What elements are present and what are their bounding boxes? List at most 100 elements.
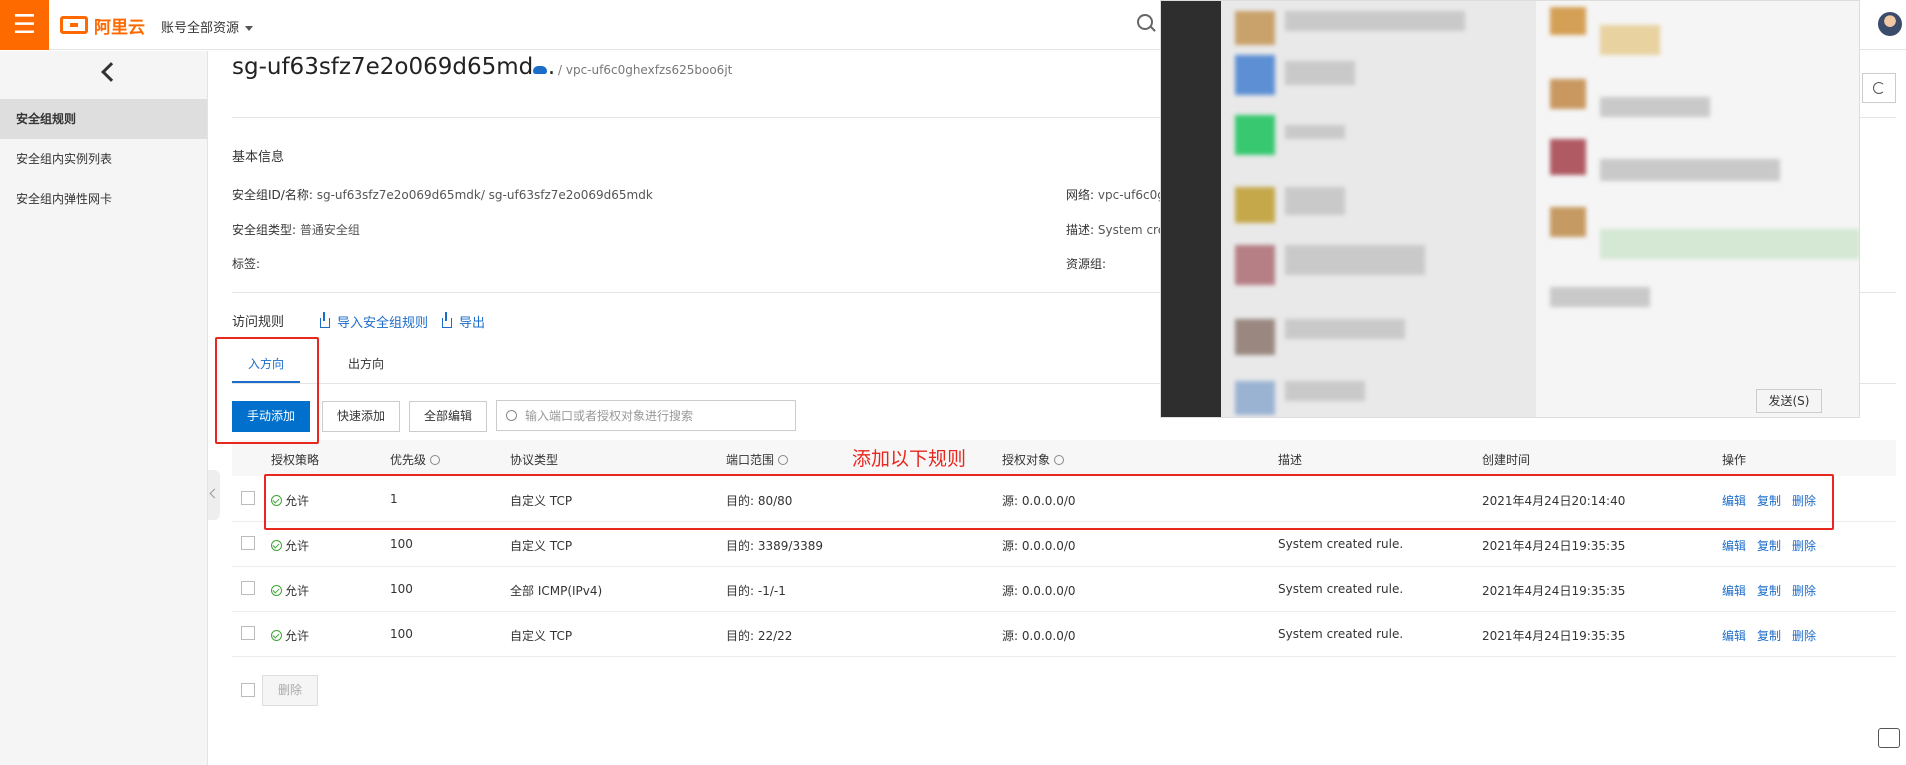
cell-port: 目的: -1/-1 xyxy=(726,584,786,598)
select-all-checkbox[interactable] xyxy=(241,683,255,697)
table-row: 允许 100 全部 ICMP(IPv4) 目的: -1/-1 源: 0.0.0.0/0 S… xyxy=(232,567,1896,612)
cell-port: 目的: 22/22 xyxy=(726,629,793,643)
policy-label: 允许 xyxy=(285,539,310,553)
chat-contact-list xyxy=(1221,1,1536,417)
copy-rule-link[interactable]: 复制 xyxy=(1757,627,1781,644)
rule-search[interactable] xyxy=(496,400,796,431)
row-checkbox[interactable] xyxy=(241,626,255,640)
annotation-box-rule xyxy=(264,474,1834,530)
cloud-icon xyxy=(533,66,547,74)
cell-created: 2021年4月24日19:35:35 xyxy=(1482,584,1626,598)
sidebar-item-rules[interactable]: 安全组规则 xyxy=(0,99,207,139)
edit-rule-link[interactable]: 编辑 xyxy=(1722,582,1746,599)
col-policy: 授权策略 xyxy=(271,453,320,467)
cell-port: 目的: 3389/3389 xyxy=(726,539,823,553)
edit-all-button[interactable]: 全部编辑 xyxy=(409,401,488,432)
search-icon[interactable] xyxy=(1137,14,1153,30)
export-link[interactable]: 导出 xyxy=(442,312,485,331)
cell-source: 源: 0.0.0.0/0 xyxy=(1002,629,1076,643)
cell-protocol: 全部 ICMP(IPv4) xyxy=(510,584,603,598)
col-priority: 优先级 xyxy=(390,451,441,468)
chat-conversation xyxy=(1536,1,1859,417)
row-checkbox[interactable] xyxy=(241,536,255,550)
col-created: 创建时间 xyxy=(1482,453,1531,467)
aliyun-logo[interactable]: 阿里云 xyxy=(60,14,145,38)
chevron-down-icon xyxy=(245,26,254,31)
info-value: vpc-uf6c0g xyxy=(1097,188,1165,202)
delete-rule-link[interactable]: 删除 xyxy=(1792,582,1816,599)
table-header: 授权策略 优先级 协议类型 端口范围 授权对象 描述 创建时间 操作 xyxy=(232,440,1896,476)
page-title: sg-uf63sfz7e2o069d65md... xyxy=(232,54,556,80)
col-source: 授权对象 xyxy=(1002,451,1065,468)
batch-delete-button[interactable]: 删除 xyxy=(262,675,318,706)
info-label: 安全组类型: xyxy=(232,223,297,237)
info-value: sg-uf63sfz7e2o069d65mdk/ sg-uf63sfz7e2o0… xyxy=(316,188,653,202)
edit-rule-link[interactable]: 编辑 xyxy=(1722,537,1746,554)
rule-search-input[interactable] xyxy=(525,406,789,426)
send-button[interactable]: 发送(S) xyxy=(1756,389,1822,413)
cell-protocol: 自定义 TCP xyxy=(510,629,573,643)
col-priority-label: 优先级 xyxy=(390,453,427,467)
table-row: 允许 100 自定义 TCP 目的: 22/22 源: 0.0.0.0/0 System … xyxy=(232,612,1896,657)
delete-rule-link[interactable]: 删除 xyxy=(1792,537,1816,554)
row-checkbox[interactable] xyxy=(241,491,255,505)
copy-rule-link[interactable]: 复制 xyxy=(1757,537,1781,554)
chat-window-overlay: 发送(S) xyxy=(1160,0,1860,418)
back-arrow-icon[interactable] xyxy=(101,62,121,82)
edit-rule-link[interactable]: 编辑 xyxy=(1722,627,1746,644)
annotation-box-inbound xyxy=(215,337,319,444)
copy-rule-link[interactable]: 复制 xyxy=(1757,582,1781,599)
cell-priority: 100 xyxy=(390,627,413,641)
quick-add-button[interactable]: 快速添加 xyxy=(322,401,401,432)
breadcrumb[interactable]: / vpc-uf6c0ghexfzs625boo6jt xyxy=(558,63,732,77)
cell-desc: System created rule. xyxy=(1278,537,1404,551)
annotation-text: 添加以下规则 xyxy=(852,448,967,470)
upload-icon xyxy=(442,312,452,328)
tab-outbound[interactable]: 出方向 xyxy=(348,355,384,381)
info-icon[interactable] xyxy=(430,455,441,465)
cell-policy: 允许 xyxy=(271,537,309,554)
search-icon xyxy=(506,410,517,421)
sidebar: 安全组规则 安全组内实例列表 安全组内弹性网卡 xyxy=(0,51,208,765)
chat-sidebar-rail xyxy=(1161,1,1221,417)
info-tags: 标签: xyxy=(232,257,261,271)
import-label: 导入安全组规则 xyxy=(337,316,429,331)
cell-policy: 允许 xyxy=(271,582,309,599)
avatar[interactable] xyxy=(1878,12,1902,36)
col-port: 端口范围 xyxy=(726,451,789,468)
col-protocol: 协议类型 xyxy=(510,453,559,467)
import-rules-link[interactable]: 导入安全组规则 xyxy=(320,312,428,331)
delete-rule-link[interactable]: 删除 xyxy=(1792,627,1816,644)
cell-desc: System created rule. xyxy=(1278,582,1404,596)
info-sg-type: 安全组类型: 普通安全组 xyxy=(232,221,360,238)
logo-mark-icon xyxy=(60,16,88,34)
col-ops: 操作 xyxy=(1722,453,1747,467)
menu-icon[interactable]: ☰ xyxy=(0,0,49,50)
account-label: 账号全部资源 xyxy=(161,21,240,36)
cell-priority: 100 xyxy=(390,537,413,551)
info-icon[interactable] xyxy=(778,455,789,465)
info-icon[interactable] xyxy=(1054,455,1065,465)
sidebar-collapse-handle[interactable] xyxy=(208,470,220,520)
feedback-icon[interactable] xyxy=(1878,728,1900,748)
info-value: 普通安全组 xyxy=(299,223,360,237)
policy-label: 允许 xyxy=(285,629,310,643)
row-checkbox[interactable] xyxy=(241,581,255,595)
account-resource-switch[interactable]: 账号全部资源 xyxy=(161,17,254,36)
cell-source: 源: 0.0.0.0/0 xyxy=(1002,539,1076,553)
sidebar-item-eni[interactable]: 安全组内弹性网卡 xyxy=(0,179,207,219)
info-description: 描述: System crea xyxy=(1066,221,1172,238)
check-circle-icon xyxy=(271,585,282,596)
refresh-icon[interactable] xyxy=(1862,73,1896,103)
info-sg-id: 安全组ID/名称: sg-uf63sfz7e2o069d65mdk/ sg-uf… xyxy=(232,186,653,203)
policy-label: 允许 xyxy=(285,584,310,598)
basic-info-title: 基本信息 xyxy=(232,150,285,165)
info-label: 描述: xyxy=(1066,223,1095,237)
info-network: 网络: vpc-uf6c0g xyxy=(1066,186,1165,203)
access-rules-label: 访问规则 xyxy=(232,315,285,330)
info-resource-group: 资源组: xyxy=(1066,257,1107,271)
sidebar-item-instances[interactable]: 安全组内实例列表 xyxy=(0,139,207,179)
cell-policy: 允许 xyxy=(271,627,309,644)
check-circle-icon xyxy=(271,540,282,551)
export-label: 导出 xyxy=(459,316,486,331)
